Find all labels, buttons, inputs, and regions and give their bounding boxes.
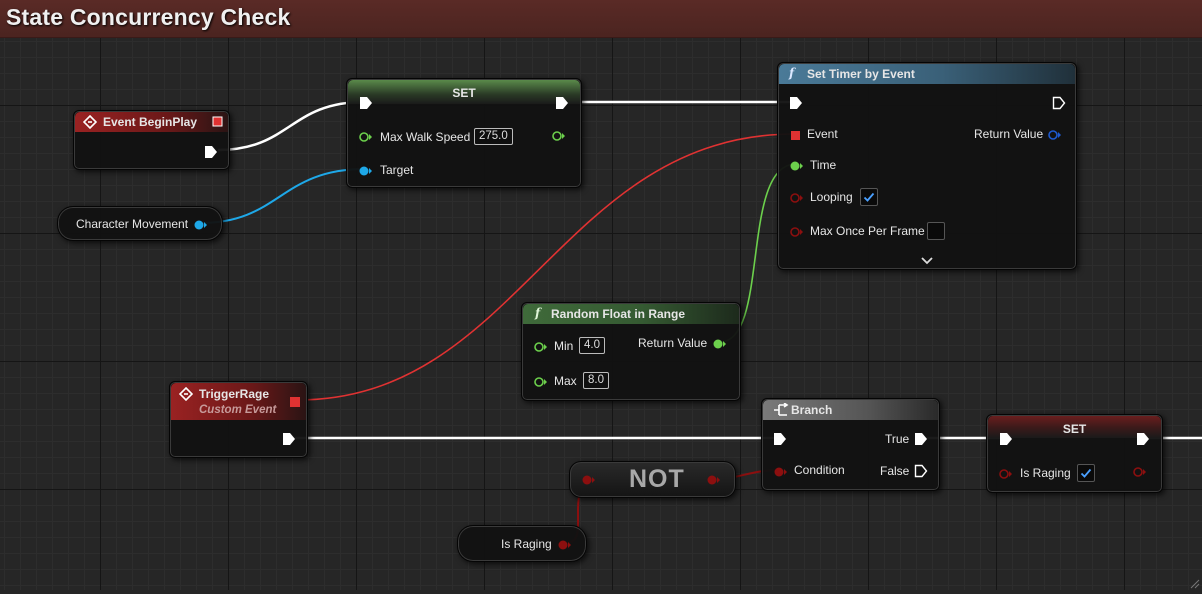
event-beginplay-title: Event BeginPlay	[103, 115, 198, 129]
event-diamond-icon	[178, 386, 194, 404]
character-movement-node[interactable]: Character Movement	[57, 206, 223, 241]
true-label: True	[885, 432, 910, 446]
looping-label: Looping	[810, 190, 853, 204]
set-walk-title: SET	[452, 86, 476, 100]
object-output-pin[interactable]	[194, 218, 208, 236]
bool-input-pin[interactable]	[790, 225, 804, 243]
float-output-pin[interactable]	[552, 129, 566, 147]
exec-input-pin[interactable]	[773, 432, 787, 451]
bool-input-pin[interactable]	[582, 473, 596, 491]
exec-output-pin[interactable]	[282, 432, 296, 451]
set-walk-speed-node[interactable]: SET Max Walk Speed 275.0 Target	[346, 78, 582, 188]
target-label: Target	[380, 163, 414, 177]
not-label: NOT	[629, 465, 685, 493]
max-walk-speed-field[interactable]: 275.0	[474, 128, 513, 145]
looping-checkbox[interactable]	[860, 188, 878, 206]
float-input-pin[interactable]	[359, 130, 373, 148]
function-icon: f	[789, 66, 795, 80]
not-node[interactable]: NOT	[569, 461, 736, 498]
exec-input-pin[interactable]	[789, 96, 803, 115]
max-walk-speed-label: Max Walk Speed	[380, 130, 471, 144]
branch-icon	[773, 402, 789, 420]
trigger-rage-node[interactable]: TriggerRage Custom Event	[169, 381, 308, 458]
exec-false-output-pin[interactable]	[914, 464, 928, 483]
float-input-pin[interactable]	[534, 340, 548, 358]
event-pin-label: Event	[807, 127, 838, 141]
random-float-header: f Random Float in Range	[523, 304, 739, 324]
exec-true-output-pin[interactable]	[914, 432, 928, 451]
trigger-rage-header: TriggerRage Custom Event	[171, 383, 306, 420]
function-icon: f	[535, 306, 541, 320]
delegate-input-pin[interactable]	[790, 129, 802, 147]
float-output-pin[interactable]	[713, 337, 727, 355]
condition-label: Condition	[794, 463, 845, 477]
set-timer-header: f Set Timer by Event	[779, 64, 1075, 84]
chevron-down-icon[interactable]	[921, 252, 933, 270]
struct-output-pin[interactable]	[1048, 128, 1062, 146]
set-timer-node[interactable]: f Set Timer by Event Event Return Value …	[777, 62, 1077, 270]
exec-input-pin[interactable]	[359, 96, 373, 115]
is-raging-label: Is Raging	[1020, 466, 1071, 480]
is-raging-get-label: Is Raging	[501, 537, 552, 551]
branch-node[interactable]: Branch True Condition False	[761, 398, 940, 491]
event-beginplay-header: Event BeginPlay	[75, 112, 228, 132]
random-float-title: Random Float in Range	[551, 307, 686, 321]
trigger-rage-subtitle: Custom Event	[199, 404, 277, 416]
character-movement-label: Character Movement	[76, 217, 189, 231]
exec-output-pin[interactable]	[1052, 96, 1066, 115]
object-input-pin[interactable]	[359, 164, 373, 182]
is-raging-checkbox[interactable]	[1077, 464, 1095, 482]
bool-input-pin[interactable]	[774, 465, 788, 483]
branch-title: Branch	[791, 403, 833, 417]
bool-output-pin[interactable]	[1133, 465, 1147, 483]
float-input-pin[interactable]	[534, 375, 548, 393]
trigger-rage-title: TriggerRage	[199, 387, 270, 401]
min-label: Min	[554, 339, 574, 353]
bool-output-pin[interactable]	[558, 538, 572, 556]
max-once-per-frame-checkbox[interactable]	[927, 222, 945, 240]
event-diamond-icon	[82, 114, 98, 132]
max-once-per-frame-label: Max Once Per Frame	[810, 224, 925, 238]
branch-header: Branch	[763, 400, 938, 420]
max-label: Max	[554, 374, 577, 388]
min-field[interactable]: 4.0	[579, 337, 605, 354]
set-timer-title: Set Timer by Event	[807, 67, 915, 81]
set-is-raging-node[interactable]: SET Is Raging	[986, 414, 1163, 493]
delegate-output-pin[interactable]	[212, 116, 224, 131]
object-wire-target	[199, 168, 366, 224]
exec-input-pin[interactable]	[999, 432, 1013, 451]
delegate-output-pin[interactable]	[289, 396, 301, 411]
bool-input-pin[interactable]	[999, 467, 1013, 485]
exec-output-pin[interactable]	[1136, 432, 1150, 451]
false-label: False	[880, 464, 910, 478]
is-raging-get-node[interactable]: Is Raging	[457, 525, 587, 562]
bool-output-pin[interactable]	[707, 473, 721, 491]
exec-output-pin[interactable]	[555, 96, 569, 115]
resize-grip-icon[interactable]	[1188, 576, 1200, 594]
time-pin-label: Time	[810, 158, 837, 172]
exec-wire-beginplay-set	[217, 100, 365, 152]
return-value-label: Return Value	[974, 127, 1044, 141]
event-beginplay-node[interactable]: Event BeginPlay	[73, 110, 230, 170]
bool-input-pin[interactable]	[790, 191, 804, 209]
max-field[interactable]: 8.0	[583, 372, 609, 389]
exec-output-pin[interactable]	[204, 145, 218, 164]
set-walk-header: SET	[348, 80, 580, 104]
return-value-label: Return Value	[638, 336, 708, 350]
float-input-pin[interactable]	[790, 159, 804, 177]
random-float-node[interactable]: f Random Float in Range Min 4.0 Return V…	[521, 302, 741, 401]
